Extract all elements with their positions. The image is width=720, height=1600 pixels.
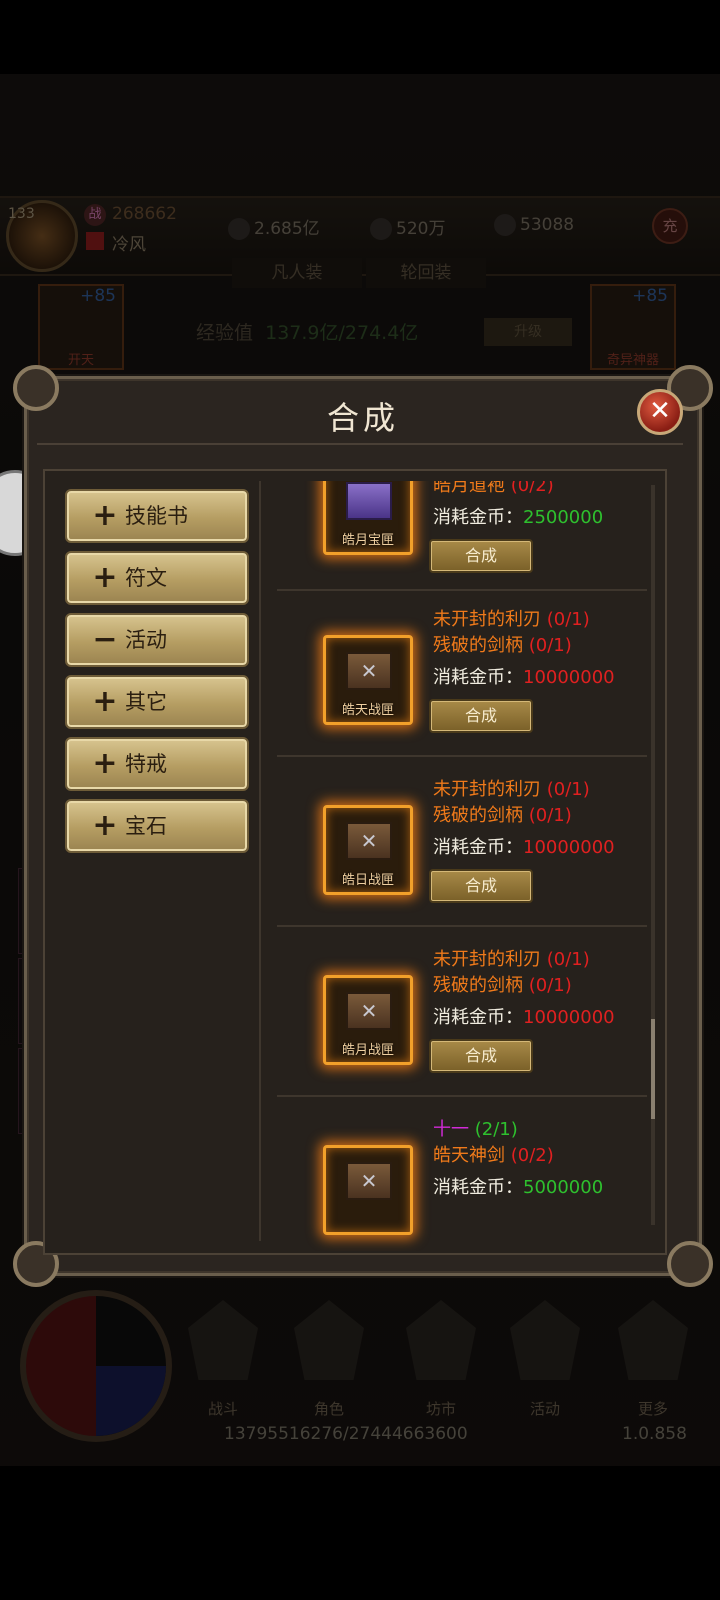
divider <box>277 1095 647 1097</box>
category-rune[interactable]: + 符文 <box>65 551 249 605</box>
cost-line: 消耗金币：5000000 <box>433 1177 604 1198</box>
craft-button[interactable]: 合成 <box>429 1039 533 1073</box>
material-line: 十一 (2/1) <box>433 1119 518 1140</box>
category-other[interactable]: + 其它 <box>65 675 249 729</box>
expand-icon: + <box>92 746 118 781</box>
recipe-item: 十一 (2/1) 皓天神剑 (0/2) 消耗金币：5000000 <box>277 1119 647 1251</box>
expand-icon: + <box>92 808 118 843</box>
modal-title: 合成 <box>326 399 399 437</box>
material-line: 未开封的利刃 (0/1) <box>433 949 590 970</box>
navigation-bar-bottom <box>0 1466 720 1600</box>
status-bar-top <box>0 0 720 74</box>
scrollbar-thumb[interactable] <box>651 1019 655 1119</box>
result-item-slot[interactable]: 皓天战匣 <box>323 635 413 725</box>
divider <box>277 755 647 757</box>
material-line: 皓天神剑 (0/2) <box>433 1145 554 1166</box>
divider <box>37 443 683 445</box>
result-item-slot[interactable]: 皓月宝匣 <box>323 481 413 555</box>
divider <box>259 481 261 1241</box>
category-activity[interactable]: − 活动 <box>65 613 249 667</box>
category-skill-book[interactable]: + 技能书 <box>65 489 249 543</box>
craft-button[interactable]: 合成 <box>429 699 533 733</box>
recipe-item: 皓月宝匣 皓月道袍 (0/2) 消耗金币：2500000 合成 <box>277 481 647 619</box>
craft-modal: 合成 ✕ +技能书 +符文 −活动 +其它 +特戒 +宝石 皓月宝匣 <box>13 365 713 1287</box>
material-line: 未开封的利刃 (0/1) <box>433 779 590 800</box>
craft-button[interactable]: 合成 <box>429 539 533 573</box>
material-line: 皓月道袍 (0/2) <box>433 481 554 496</box>
expand-icon: + <box>92 684 118 719</box>
recipe-item: 皓日战匣 未开封的利刃 (0/1) 残破的剑柄 (0/1) 消耗金币：10000… <box>277 779 647 961</box>
category-gem[interactable]: + 宝石 <box>65 799 249 853</box>
result-item-slot[interactable]: 皓月战匣 <box>323 975 413 1065</box>
chest-icon <box>346 652 392 690</box>
material-line: 残破的剑柄 (0/1) <box>433 805 572 826</box>
material-line: 残破的剑柄 (0/1) <box>433 635 572 656</box>
recipe-list[interactable]: 皓月宝匣 皓月道袍 (0/2) 消耗金币：2500000 合成 皓天战匣 未 <box>277 481 647 1251</box>
cost-line: 消耗金币：10000000 <box>433 667 615 688</box>
expand-icon: + <box>92 498 118 533</box>
chest-icon <box>346 992 392 1030</box>
cost-line: 消耗金币：2500000 <box>433 507 604 528</box>
recipe-item: 皓月战匣 未开封的利刃 (0/1) 残破的剑柄 (0/1) 消耗金币：10000… <box>277 949 647 1133</box>
result-item-slot[interactable]: 皓日战匣 <box>323 805 413 895</box>
cost-line: 消耗金币：10000000 <box>433 837 615 858</box>
ornament-corner <box>667 1241 713 1287</box>
material-line: 残破的剑柄 (0/1) <box>433 975 572 996</box>
category-special-ring[interactable]: + 特戒 <box>65 737 249 791</box>
expand-icon: + <box>92 560 118 595</box>
close-button[interactable]: ✕ <box>637 389 683 435</box>
divider <box>277 589 647 591</box>
chest-icon <box>346 1162 392 1200</box>
scrollbar[interactable] <box>651 485 655 1225</box>
cost-line: 消耗金币：10000000 <box>433 1007 615 1028</box>
recipe-item: 皓天战匣 未开封的利刃 (0/1) 残破的剑柄 (0/1) 消耗金币：10000… <box>277 609 647 789</box>
result-item-slot[interactable] <box>323 1145 413 1235</box>
craft-panel: + 技能书 + 符文 − 活动 + 其它 + 特戒 + 宝石 皓月宝匣 皓月道袍 (0 <box>43 469 667 1255</box>
craft-button[interactable]: 合成 <box>429 869 533 903</box>
divider <box>277 925 647 927</box>
chest-icon <box>346 822 392 860</box>
material-line: 未开封的利刃 (0/1) <box>433 609 590 630</box>
collapse-icon: − <box>92 622 118 657</box>
chest-icon <box>346 482 392 520</box>
